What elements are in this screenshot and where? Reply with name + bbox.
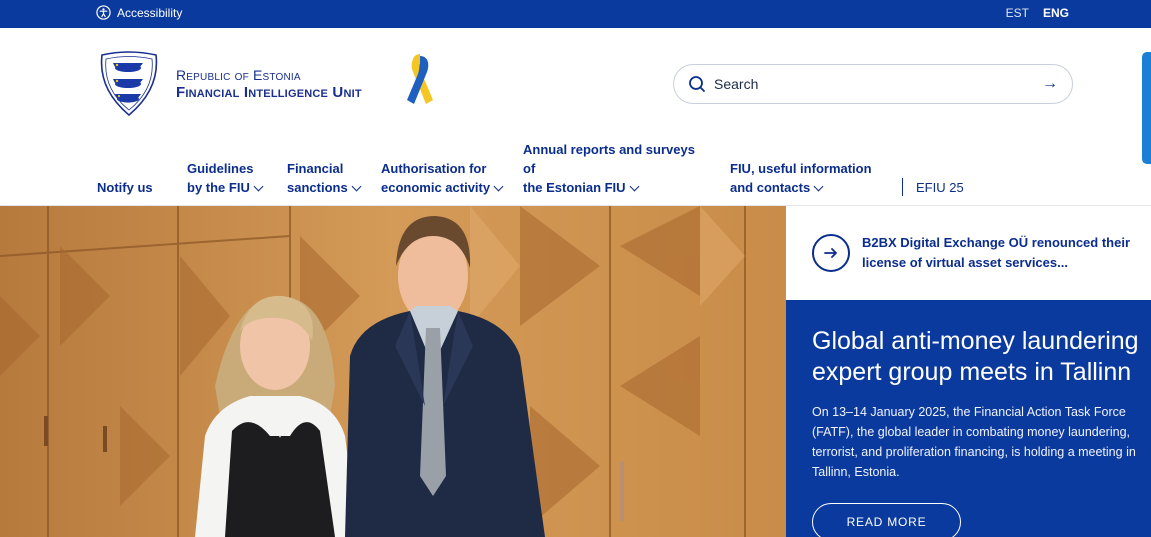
logo-line-fiu: Financial Intelligence Unit (176, 84, 362, 101)
accessibility-link[interactable]: Accessibility (96, 5, 182, 20)
logo-line-republic: Republic of Estonia (176, 67, 301, 83)
feature-title[interactable]: Global anti-money laundering expert grou… (812, 326, 1147, 388)
top-utility-bar: Accessibility EST ENG (0, 0, 1151, 28)
hero-photo (0, 206, 786, 537)
search-box[interactable]: Search → (673, 64, 1073, 104)
read-more-button[interactable]: READ MORE (812, 503, 961, 537)
lang-est[interactable]: EST (1006, 6, 1029, 20)
nav-efiu-label: EFIU 25 (916, 180, 964, 195)
nav-authorisation-line2: economic activity (381, 180, 491, 195)
nav-sanctions-line1: Financial (287, 161, 344, 176)
nav-efiu-25[interactable]: EFIU 25 (916, 178, 964, 197)
lang-eng[interactable]: ENG (1043, 6, 1069, 20)
accessibility-label: Accessibility (117, 5, 183, 20)
chevron-down-icon (629, 181, 640, 192)
chevron-down-icon (493, 181, 504, 192)
chevron-down-icon (813, 181, 824, 192)
nav-fiu-contacts[interactable]: FIU, useful information and contacts (730, 159, 872, 197)
nav-reports-line1: Annual reports and surveys (523, 142, 695, 157)
search-input[interactable]: Search (714, 76, 1042, 92)
nav-guidelines-line1: Guidelines (187, 161, 254, 176)
nav-notify-label: Notify us (97, 180, 153, 195)
nav-authorisation-line1: Authorisation for (381, 161, 487, 176)
chevron-down-icon (351, 181, 362, 192)
nav-sanctions-line2: sanctions (287, 180, 348, 195)
side-feedback-tab[interactable] (1142, 52, 1151, 164)
news-item-title: B2BX Digital Exchange OÜ renounced their… (862, 235, 1130, 270)
nav-financial-sanctions[interactable]: Financial sanctions (287, 159, 362, 197)
logo-text: Republic of Estonia Financial Intelligen… (176, 67, 362, 101)
chevron-down-icon (253, 181, 264, 192)
nav-reports-line3: the Estonian FIU (523, 180, 626, 195)
hero-photo-illustration (0, 206, 786, 537)
news-item-link[interactable]: B2BX Digital Exchange OÜ renounced their… (786, 206, 1151, 300)
accessibility-icon (96, 5, 111, 20)
nav-guidelines[interactable]: Guidelines by the FIU (187, 159, 264, 197)
arrow-right-icon (824, 248, 837, 258)
site-logo[interactable]: Republic of Estonia Financial Intelligen… (96, 49, 362, 119)
nav-divider (902, 178, 903, 196)
feature-body: On 13–14 January 2025, the Financial Act… (812, 405, 1136, 479)
news-arrow-button[interactable] (812, 234, 850, 272)
nav-annual-reports[interactable]: Annual reports and surveys of the Estoni… (523, 140, 695, 197)
feature-panel: Global anti-money laundering expert grou… (786, 300, 1151, 537)
nav-contacts-line2: and contacts (730, 180, 811, 195)
nav-authorisation[interactable]: Authorisation for economic activity (381, 159, 504, 197)
search-icon (689, 76, 705, 92)
nav-notify-us[interactable]: Notify us (97, 178, 153, 197)
ukraine-ribbon-icon (407, 54, 433, 104)
nav-reports-line2: of (523, 161, 536, 176)
search-submit-button[interactable]: → (1042, 75, 1058, 93)
nav-guidelines-line2: by the FIU (187, 180, 250, 195)
nav-contacts-line1: FIU, useful information (730, 161, 872, 176)
language-switcher: EST ENG (1006, 6, 1069, 20)
estonia-crest-icon (100, 51, 158, 117)
